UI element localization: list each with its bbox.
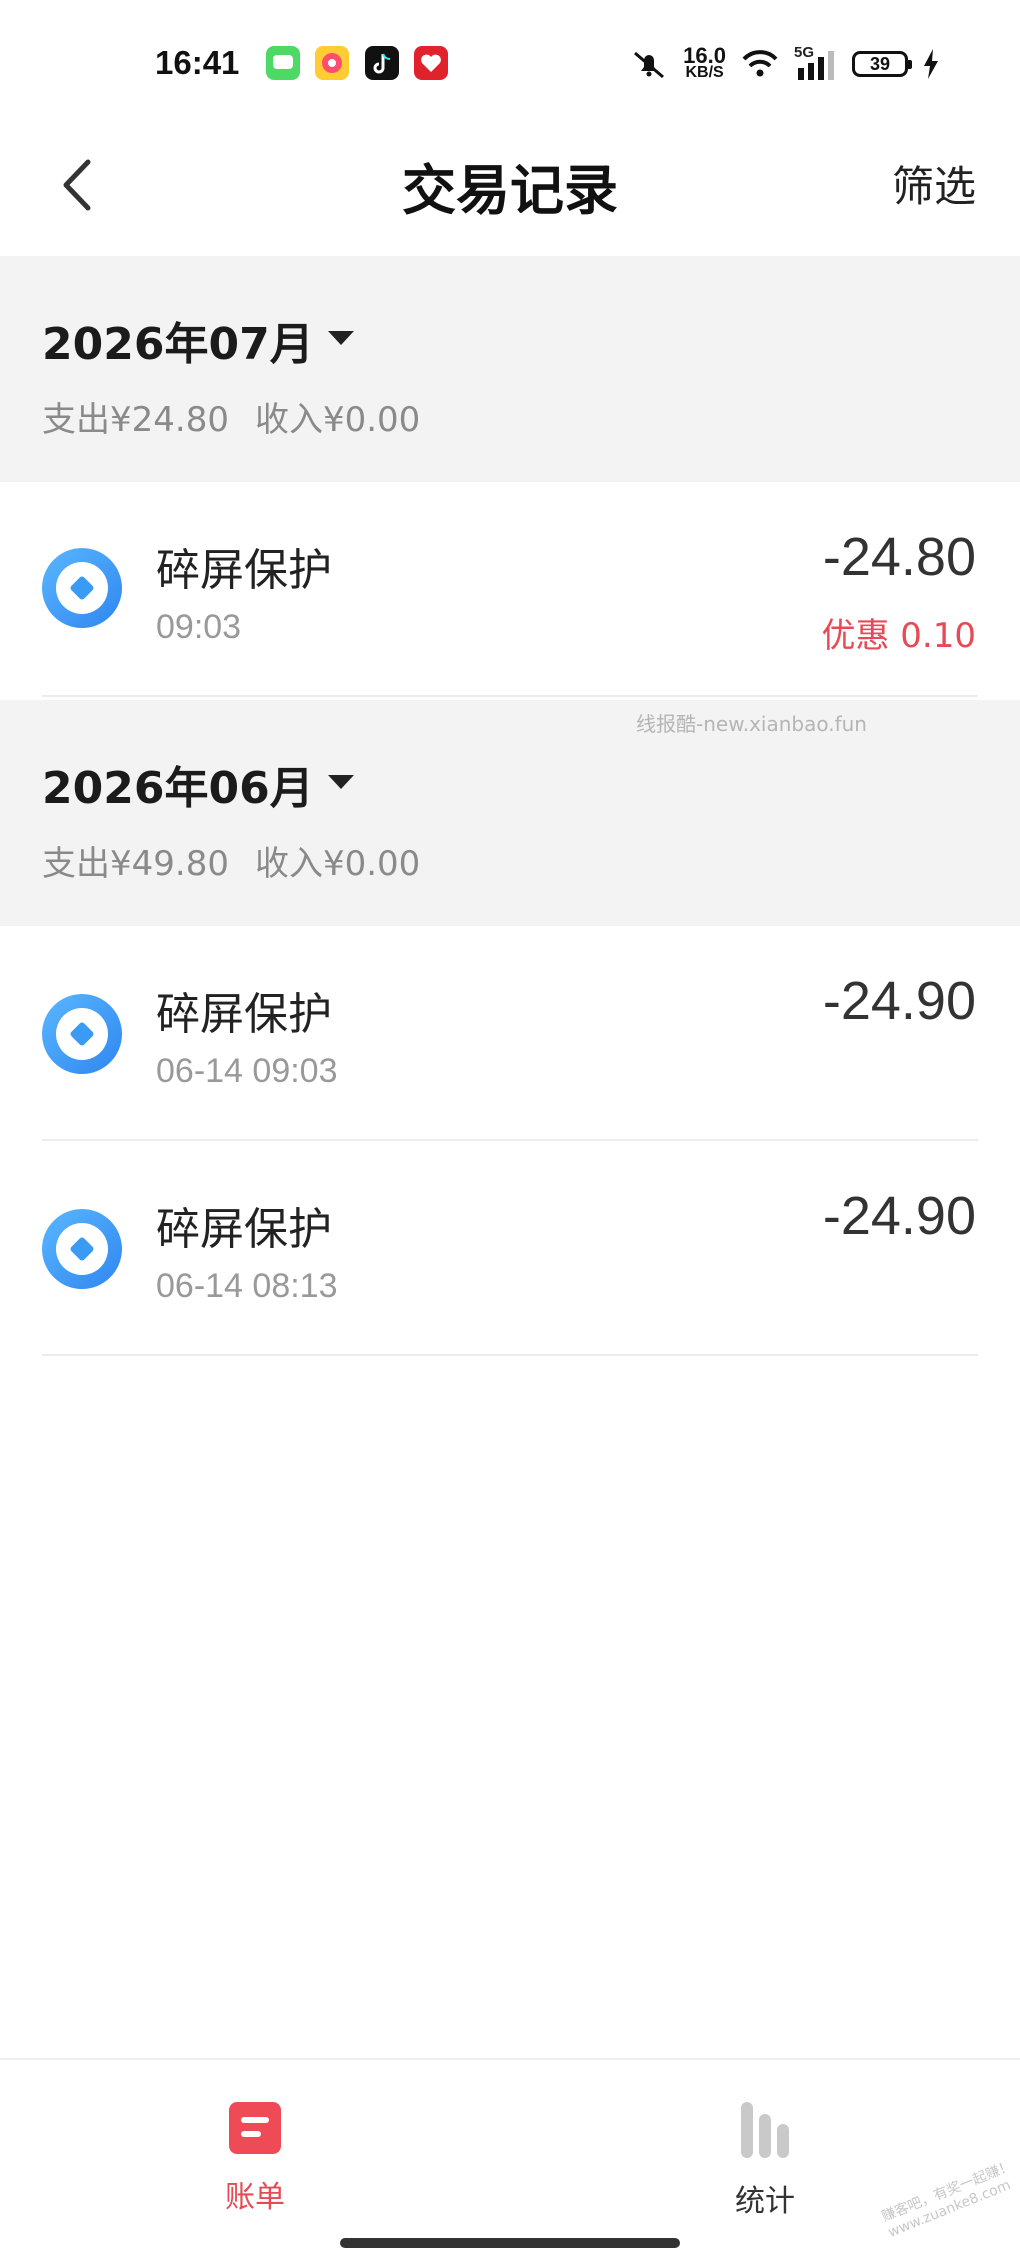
game-app-icon — [315, 46, 349, 80]
nav-header: 交易记录 筛选 — [0, 120, 1020, 256]
row-divider — [42, 1354, 978, 1356]
filter-button[interactable]: 筛选 — [892, 153, 976, 214]
transaction-amount: -24.90 — [822, 971, 976, 1031]
transaction-time: 09:03 — [156, 608, 242, 646]
caret-down-icon — [327, 775, 354, 789]
transaction-name: 碎屏保护 — [156, 545, 332, 596]
home-indicator[interactable] — [340, 2238, 680, 2248]
screen-protection-icon — [42, 548, 122, 628]
status-indicators: 16.0 KB/S 5G 39 — [629, 44, 940, 84]
messages-app-icon — [266, 46, 300, 80]
month-header: 2026年06月 支出¥49.80 收入¥0.00 — [0, 700, 1020, 926]
month-summary: 支出¥24.80 收入¥0.00 — [42, 392, 420, 441]
cellular-signal-icon: 5G — [794, 44, 838, 82]
discount-label: 优惠 0.10 — [821, 616, 976, 656]
transaction-row[interactable]: 碎屏保护 06-14 08:13 -24.90 — [0, 1141, 1020, 1356]
transaction-amount: -24.90 — [822, 1186, 976, 1246]
tab-bill[interactable]: 账单 — [175, 2100, 335, 2230]
month-label: 2026年06月 — [42, 763, 314, 814]
status-time: 16:41 — [155, 44, 240, 81]
income-total: 收入¥0.00 — [254, 400, 421, 440]
month-label: 2026年07月 — [42, 319, 314, 370]
transaction-time: 06-14 09:03 — [156, 1052, 338, 1090]
month-picker[interactable]: 2026年07月 — [42, 308, 354, 372]
tab-stats-label: 统计 — [735, 2184, 795, 2219]
month-picker[interactable]: 2026年06月 — [42, 752, 354, 816]
watermark: 线报酷-new.xianbao.fun — [636, 712, 867, 736]
caret-down-icon — [327, 331, 354, 345]
income-total: 收入¥0.00 — [254, 844, 421, 884]
expense-total: 支出¥24.80 — [42, 400, 229, 440]
bottom-tab-bar: 账单 统计 — [0, 2058, 1020, 2267]
page-title: 交易记录 — [402, 159, 618, 222]
tab-bill-label: 账单 — [225, 2180, 285, 2215]
tab-stats[interactable]: 统计 — [685, 2100, 845, 2230]
expense-total: 支出¥49.80 — [42, 844, 229, 884]
network-speed: 16.0 KB/S — [683, 43, 726, 82]
bar-chart-icon — [741, 2102, 789, 2158]
screen-protection-icon — [42, 994, 122, 1074]
transaction-name: 碎屏保护 — [156, 989, 332, 1040]
month-header: 2026年07月 支出¥24.80 收入¥0.00 — [0, 256, 1020, 482]
transaction-amount: -24.80 — [822, 527, 976, 587]
row-divider — [42, 695, 978, 697]
mute-bell-icon — [634, 51, 665, 79]
douyin-app-icon — [365, 46, 399, 80]
health-app-icon — [414, 46, 448, 80]
battery-icon: 39 — [852, 51, 912, 77]
transaction-row[interactable]: 碎屏保护 06-14 09:03 -24.90 — [0, 926, 1020, 1141]
charging-bolt-icon — [924, 49, 938, 79]
status-bar: 16:41 16.0 KB/S 5G 39 — [0, 0, 1020, 120]
wifi-icon — [742, 50, 778, 77]
transaction-time: 06-14 08:13 — [156, 1267, 338, 1305]
transaction-row[interactable]: 碎屏保护 09:03 -24.80 优惠 0.10 — [0, 482, 1020, 697]
transaction-name: 碎屏保护 — [156, 1204, 332, 1255]
month-summary: 支出¥49.80 收入¥0.00 — [42, 836, 420, 885]
bill-icon — [229, 2102, 281, 2154]
screen-protection-icon — [42, 1209, 122, 1289]
